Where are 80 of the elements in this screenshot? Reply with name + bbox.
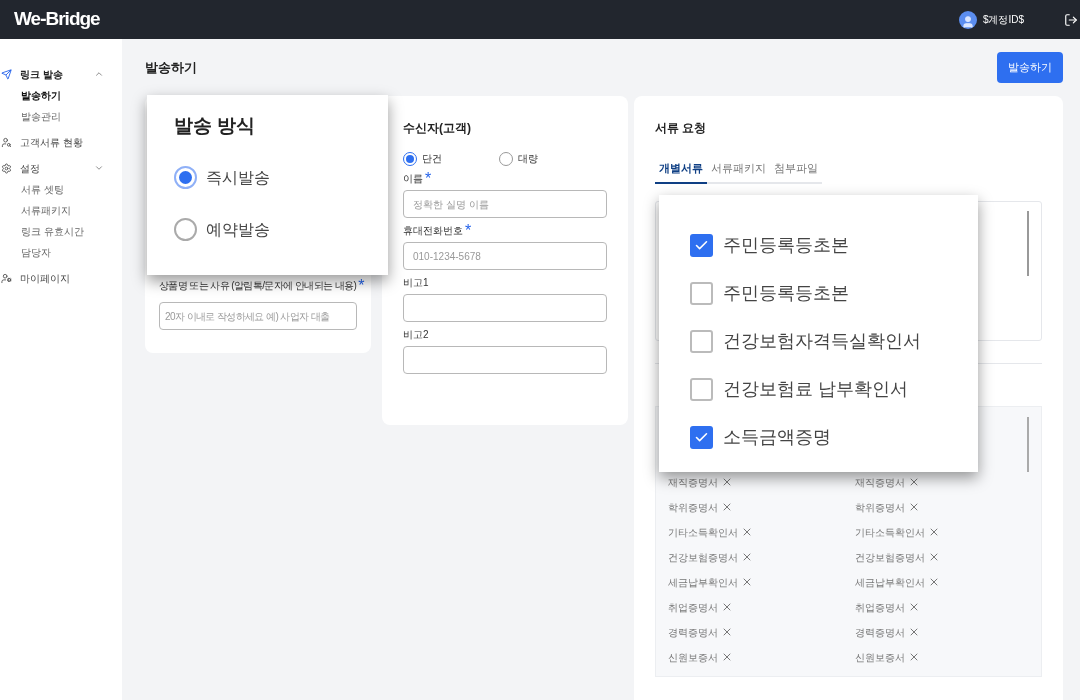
- document-tab[interactable]: 개별서류: [655, 160, 707, 184]
- product-label: 상품명 또는 사유 (알림톡/문자에 안내되는 내용): [159, 279, 357, 293]
- sidebar-item[interactable]: 담당자: [0, 242, 122, 263]
- avatar-icon[interactable]: [958, 10, 977, 29]
- document-chip[interactable]: 학위증명서: [854, 494, 1041, 520]
- sidebar-item[interactable]: 서류 셋팅: [0, 179, 122, 200]
- scrollbar[interactable]: [1027, 210, 1029, 276]
- group-label: 고객서류 현황: [20, 135, 84, 150]
- scrollbar[interactable]: [1027, 416, 1029, 472]
- logout-icon[interactable]: [1064, 12, 1078, 27]
- remove-icon[interactable]: [741, 551, 753, 563]
- field-label: 비고1: [403, 276, 429, 290]
- document-tab[interactable]: 서류패키지: [707, 160, 770, 184]
- text-field[interactable]: 정확한 실명 이름: [403, 190, 607, 218]
- text-field[interactable]: [403, 346, 607, 374]
- field-label: 이름: [403, 172, 423, 186]
- required-mark: *: [425, 169, 432, 189]
- text-field[interactable]: [403, 294, 607, 322]
- sidebar-group[interactable]: 링크 발송: [0, 63, 122, 85]
- remove-icon[interactable]: [721, 501, 733, 513]
- field-label: 휴대전화번호: [403, 224, 463, 238]
- sidebar-group[interactable]: 고객서류 현황: [0, 131, 122, 153]
- user-id: $계정ID$: [982, 13, 1024, 27]
- chevron-up-icon: [94, 69, 104, 79]
- document-chip[interactable]: 재직증명서: [668, 469, 855, 495]
- document-checkbox[interactable]: 주민등록등초본: [690, 221, 978, 269]
- sidebar-item[interactable]: 서류패키지: [0, 200, 122, 221]
- logo: We-Bridge: [14, 7, 100, 32]
- document-chip[interactable]: 취업증명서: [668, 594, 855, 620]
- document-chip[interactable]: 경력증명서: [668, 619, 855, 645]
- document-chip[interactable]: 건강보험증명서: [668, 544, 855, 570]
- remove-icon[interactable]: [741, 576, 753, 588]
- document-chip[interactable]: 신원보증서: [668, 644, 855, 670]
- remove-icon[interactable]: [721, 476, 733, 488]
- send-method-radio[interactable]: 예약발송: [174, 214, 388, 245]
- document-chip[interactable]: 경력증명서: [854, 619, 1041, 645]
- remove-icon[interactable]: [721, 601, 733, 613]
- page-title: 발송하기: [145, 58, 197, 77]
- remove-icon[interactable]: [721, 626, 733, 638]
- sidebar-item[interactable]: 발송관리: [0, 106, 122, 127]
- text-field[interactable]: 010-1234-5678: [403, 242, 607, 270]
- required-mark: *: [465, 221, 472, 241]
- field-label: 비고2: [403, 328, 429, 342]
- product-input[interactable]: 20자 이내로 작성하세요 예) 사업자 대출: [159, 302, 357, 330]
- document-chip[interactable]: 재직증명서: [854, 469, 1041, 495]
- document-checkbox[interactable]: 소득금액증명: [690, 413, 978, 461]
- mode-radio[interactable]: 단건: [403, 151, 499, 166]
- group-icon: [1, 136, 12, 148]
- document-chip[interactable]: 기타소득확인서: [668, 519, 855, 545]
- mode-radio[interactable]: 대량: [499, 151, 595, 166]
- group-label: 설정: [20, 161, 41, 176]
- document-chip[interactable]: 건강보험증명서: [854, 544, 1041, 570]
- sidebar-group[interactable]: 설정: [0, 157, 122, 179]
- document-chip[interactable]: 취업증명서: [854, 594, 1041, 620]
- sidebar-item[interactable]: 링크 유효시간: [0, 221, 122, 242]
- sidebar-group[interactable]: 마이페이지: [0, 267, 122, 289]
- document-tab[interactable]: 첨부파일: [770, 160, 822, 184]
- document-chip[interactable]: 학위증명서: [668, 494, 855, 520]
- recipient-title: 수신자(고객): [403, 120, 472, 137]
- remove-icon[interactable]: [741, 526, 753, 538]
- document-chip[interactable]: 세금납부확인서: [854, 569, 1041, 595]
- document-checkbox[interactable]: 건강보험자격득실확인서: [690, 317, 978, 365]
- document-chip[interactable]: 신원보증서: [854, 644, 1041, 670]
- sidebar-item[interactable]: 발송하기: [0, 85, 122, 106]
- send-method-radio[interactable]: 즉시발송: [174, 162, 388, 193]
- send-button[interactable]: 발송하기: [997, 52, 1063, 83]
- group-icon: [1, 68, 12, 80]
- document-checkbox[interactable]: 건강보험료 납부확인서: [690, 365, 978, 413]
- chevron-down-icon: [94, 163, 104, 173]
- document-checkbox[interactable]: 주민등록등초본: [690, 269, 978, 317]
- document-chip[interactable]: 기타소득확인서: [854, 519, 1041, 545]
- group-label: 링크 발송: [20, 67, 64, 82]
- document-chip[interactable]: 세금납부확인서: [668, 569, 855, 595]
- send-method-title: 발송 방식: [174, 114, 257, 138]
- group-label: 마이페이지: [20, 271, 71, 286]
- required-mark: *: [358, 276, 365, 296]
- documents-title: 서류 요청: [655, 120, 708, 137]
- remove-icon[interactable]: [721, 651, 733, 663]
- group-icon: [1, 272, 12, 284]
- group-icon: [1, 162, 12, 174]
